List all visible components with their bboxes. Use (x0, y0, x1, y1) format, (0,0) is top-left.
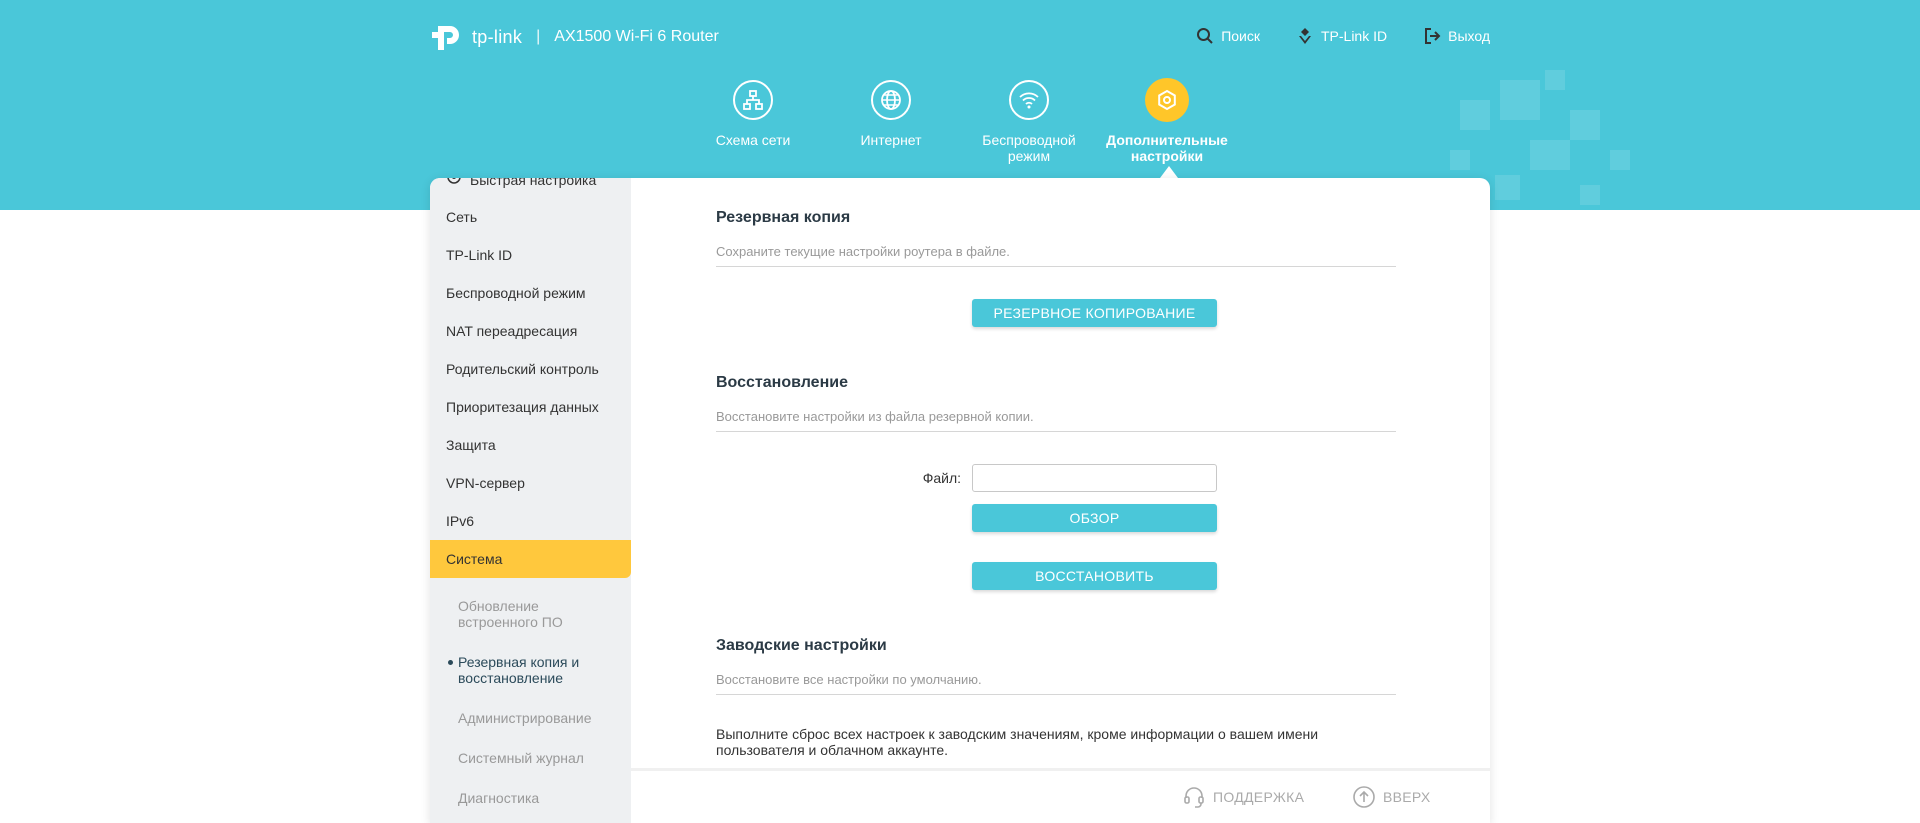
gear-icon (1145, 78, 1189, 122)
sidebar-item-tplink-id[interactable]: TP-Link ID (430, 236, 631, 274)
search-link[interactable]: Поиск (1196, 27, 1260, 45)
router-model: AX1500 Wi-Fi 6 Router (554, 28, 719, 45)
support-label: ПОДДЕРЖКА (1213, 789, 1305, 805)
sidebar: Быстрая настройка Сеть TP-Link ID Беспро… (430, 178, 631, 823)
tab-wireless[interactable]: Беспроводной режим (959, 80, 1099, 164)
content-area: Резервная копия Сохраните текущие настро… (631, 178, 1490, 768)
sidebar-item-wireless[interactable]: Беспроводной режим (430, 274, 631, 312)
tp-link-logo-icon (430, 18, 468, 56)
active-tab-pointer (1160, 166, 1178, 178)
back-to-top-link[interactable]: ВВЕРХ (1352, 785, 1431, 809)
brand-separator: | (536, 28, 541, 45)
sidebar-subitem-backup-restore[interactable]: Резервная копия и восстановление (430, 640, 631, 696)
backup-description: Сохраните текущие настройки роутера в фа… (716, 244, 1396, 267)
sidebar-subitem-administration[interactable]: Администрирование (430, 696, 631, 736)
logout-link[interactable]: Выход (1423, 27, 1490, 45)
support-link[interactable]: ПОДДЕРЖКА (1182, 785, 1304, 809)
tab-internet[interactable]: Интернет (821, 80, 961, 148)
main-panel: Быстрая настройка Сеть TP-Link ID Беспро… (430, 178, 1490, 823)
tab-internet-label: Интернет (860, 132, 922, 148)
arrow-up-icon (1353, 786, 1375, 808)
network-map-icon (733, 80, 773, 120)
footer-bar: ПОДДЕРЖКА ВВЕРХ (631, 768, 1490, 823)
restore-description: Восстановите настройки из файла резервно… (716, 409, 1396, 432)
search-link-label: Поиск (1221, 28, 1260, 44)
globe-icon (871, 80, 911, 120)
search-icon (1197, 28, 1213, 44)
file-label: Файл: (922, 470, 961, 486)
top-links: Поиск TP-Link ID Выход (1196, 27, 1490, 45)
sidebar-subitem-system-log[interactable]: Системный журнал (430, 736, 631, 776)
tab-network-map[interactable]: Схема сети (683, 80, 823, 148)
backup-title: Резервная копия (716, 209, 851, 226)
sidebar-item-system[interactable]: Система (430, 540, 631, 578)
sidebar-item-network[interactable]: Сеть (430, 198, 631, 236)
sidebar-item-nat[interactable]: NAT переадресация (430, 312, 631, 350)
headset-icon (1184, 787, 1204, 808)
wifi-icon (1009, 80, 1049, 120)
tab-advanced-label: Дополнительные настройки (1106, 132, 1228, 164)
sidebar-subitem-firmware[interactable]: Обновление встроенного ПО (430, 584, 631, 640)
sidebar-subitem-diagnostics[interactable]: Диагностика (430, 776, 631, 816)
sidebar-item-label: Быстрая настройка (470, 178, 597, 188)
sidebar-item-security[interactable]: Защита (430, 426, 631, 464)
sidebar-item-ipv6[interactable]: IPv6 (430, 502, 631, 540)
brand-name: tp-link (472, 26, 523, 47)
tab-advanced[interactable]: Дополнительные настройки (1097, 78, 1237, 164)
tab-network-map-label: Схема сети (715, 132, 791, 148)
quick-setup-icon (447, 178, 461, 184)
restore-title: Восстановление (716, 374, 848, 391)
tplink-id-label: TP-Link ID (1320, 28, 1388, 44)
tplink-id-link[interactable]: TP-Link ID (1296, 27, 1387, 45)
sidebar-item-qos[interactable]: Приоритезация данных (430, 388, 631, 426)
browse-button[interactable]: ОБЗОР (972, 504, 1217, 532)
logout-icon (1425, 28, 1441, 44)
factory-description: Восстановите все настройки по умолчанию. (716, 672, 1396, 695)
sidebar-item-parental[interactable]: Родительский контроль (430, 350, 631, 388)
factory-title: Заводские настройки (716, 637, 887, 654)
tplink-id-icon (1298, 28, 1311, 44)
main-nav: Схема сети Интернет Беспроводной режим Д… (0, 78, 1920, 180)
back-to-top-label: ВВЕРХ (1383, 789, 1431, 805)
sidebar-item-vpn[interactable]: VPN-сервер (430, 464, 631, 502)
restore-button[interactable]: ВОССТАНОВИТЬ (972, 562, 1217, 590)
file-field[interactable] (972, 464, 1217, 492)
tp-link-logo: tp-link | AX1500 Wi-Fi 6 Router (430, 18, 719, 56)
tab-wireless-label: Беспроводной режим (982, 132, 1076, 164)
sidebar-item-quick-setup[interactable]: Быстрая настройка (430, 178, 631, 197)
logout-label: Выход (1448, 28, 1490, 44)
factory-reset-text: Выполните сброс всех настроек к заводски… (716, 726, 1319, 758)
backup-button[interactable]: РЕЗЕРВНОЕ КОПИРОВАНИЕ (972, 299, 1217, 327)
